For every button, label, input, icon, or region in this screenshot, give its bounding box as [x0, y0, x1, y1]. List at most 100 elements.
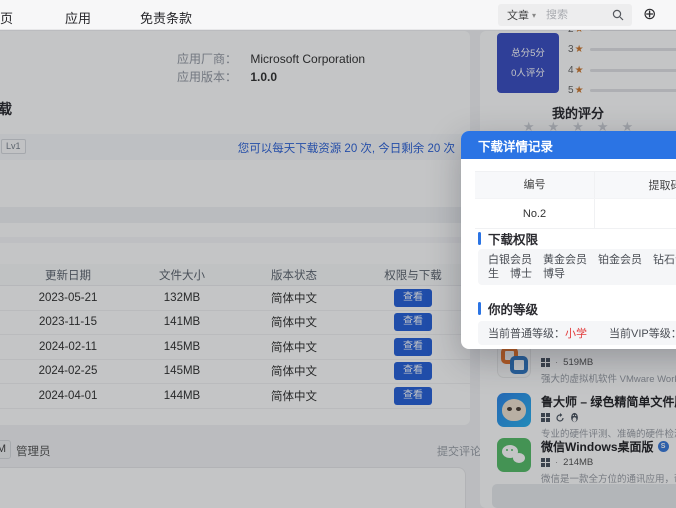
star-row: 3 ★ [568, 40, 676, 61]
vmware-app-icon [497, 344, 531, 378]
verified-badge-icon: S [657, 441, 669, 452]
cell-status: 简体中文 [271, 366, 317, 379]
app-size-label: 214MB [563, 457, 594, 468]
related-app-item[interactable]: 鲁大师 – 绿色精简单文件版本 专业的硬件评测、准确的硬件检测、 [497, 393, 676, 440]
nav-item-home[interactable]: 首页 [0, 8, 13, 27]
download-table-body: 2023-05-21 132MB 简体中文 查看 2023-11-15 141M… [0, 286, 470, 409]
cell-size: 132MB [163, 291, 201, 304]
cell-number: No.2 [475, 199, 595, 228]
normal-level-value: 小学 [565, 328, 587, 340]
search-icon[interactable] [612, 9, 624, 21]
col-header-size: 文件大小 [159, 269, 205, 282]
star-count-label: 5 [568, 85, 574, 97]
level-section-title: 你的等级 [478, 299, 538, 318]
cell-status: 简体中文 [271, 292, 317, 305]
download-section-title: 下载 [0, 101, 12, 117]
modal-title: 下载详情记录 [478, 139, 554, 154]
wechat-app-icon [497, 438, 531, 472]
perm-section-title: 下载权限 [478, 229, 538, 248]
col-header-code: 提取码 [648, 180, 676, 192]
refresh-icon [556, 412, 564, 422]
table-row: 2024-04-01 144MB 简体中文 查看 [0, 384, 470, 409]
cell-date: 2023-05-21 [38, 291, 98, 304]
dot-separator: · [555, 357, 559, 368]
total-score-label: 总分5分 [511, 48, 545, 59]
modal-header: 下载详情记录 [461, 131, 676, 159]
star-count-label: 4 [568, 64, 574, 76]
star-distribution: 2 ★ 3 ★ 4 ★ 5 ★ [568, 19, 676, 101]
star-bar [589, 68, 676, 72]
vendor-label: 应用厂商： [177, 52, 238, 66]
cell-date: 2024-02-25 [38, 365, 98, 378]
col-header-date: 更新日期 [45, 269, 91, 282]
star-icon: ★ [574, 64, 584, 76]
view-button[interactable]: 查看 [394, 313, 432, 332]
avatar: M [0, 440, 11, 459]
linux-icon [571, 412, 578, 423]
view-button[interactable]: 查看 [394, 362, 432, 381]
cell-date: 2024-04-01 [38, 389, 98, 402]
app-title: 微信Windows桌面版 S [541, 438, 676, 455]
divider-band [0, 237, 470, 243]
windows-icon [541, 458, 550, 467]
comment-input[interactable] [0, 467, 466, 508]
related-app-item[interactable]: 微信Windows桌面版 S · 214MB 微信是一款全方位的通讯应用，帮助 [497, 438, 676, 485]
col-header-number: 编号 [475, 172, 595, 198]
cell-size: 141MB [163, 316, 201, 329]
divider-band [0, 207, 470, 223]
star-bar [589, 89, 676, 93]
cell-status: 简体中文 [271, 390, 317, 403]
app-detail-card: 应用厂商： Microsoft Corporation 应用版本： 1.0.0 … [0, 31, 470, 425]
star-icon: ★ [574, 85, 584, 97]
star-row: 5 ★ [568, 81, 676, 102]
cell-status: 简体中文 [271, 317, 317, 330]
dot-separator: · [555, 457, 559, 468]
version-label: 应用版本： [177, 70, 238, 84]
vip-level-label: 当前VIP等级： [609, 328, 676, 340]
perm-tags-line1: 白银会员 黄金会员 铂金会员 钻石会员 学前班 [488, 254, 676, 266]
windows-icon [541, 413, 550, 422]
modal-table: 编号 提取码 No.2 [475, 171, 676, 229]
view-button[interactable]: 查看 [394, 288, 432, 307]
vendor-row: 应用厂商： Microsoft Corporation [177, 50, 365, 67]
star-row: 4 ★ [568, 60, 676, 81]
normal-level-label: 当前普通等级： [488, 328, 565, 340]
version-row: 应用版本： 1.0.0 [177, 68, 277, 85]
related-app-item[interactable]: · 519MB 强大的虚拟机软件 VMware Workstat [497, 344, 676, 388]
download-table: 更新日期 文件大小 版本状态 权限与下载 2023-05-21 132MB 简体… [0, 264, 470, 409]
windows-icon [541, 358, 550, 367]
nav-item-disclaimer[interactable]: 免责条款 [140, 8, 192, 27]
ludashi-app-icon [497, 393, 531, 427]
submit-comment-button[interactable]: 提交评论 [437, 443, 481, 459]
add-circle-icon[interactable]: ⊕ [643, 5, 656, 25]
table-row: 2023-05-21 132MB 简体中文 查看 [0, 286, 470, 311]
page: 首页 应用 免责条款 文章 ▾ ⊕ 应用厂商： Microsoft Corpor… [0, 0, 676, 508]
cell-date: 2023-11-15 [39, 316, 97, 329]
view-button[interactable]: 查看 [394, 386, 432, 405]
cell-date: 2024-02-11 [39, 340, 97, 353]
search-category-select[interactable]: 文章 [498, 7, 529, 23]
level-badge: Lv1 [1, 139, 26, 154]
table-row: 2024-02-11 145MB 简体中文 查看 [0, 335, 470, 360]
top-navbar: 首页 应用 免责条款 文章 ▾ ⊕ [0, 0, 676, 30]
search-input[interactable] [536, 9, 612, 21]
col-header-action: 权限与下载 [384, 269, 442, 282]
app-description: 微信是一款全方位的通讯应用，帮助 [541, 474, 676, 485]
perm-tags-line2: 生 博士 博导 [488, 268, 565, 280]
col-header-status: 版本状态 [271, 269, 317, 282]
admin-name-label: 管理员 [16, 446, 51, 458]
table-row: 2024-02-25 145MB 简体中文 查看 [0, 360, 470, 384]
user-level-box: 当前普通等级： 小学 当前VIP等级： [478, 321, 676, 345]
app-size-label: 519MB [563, 357, 594, 368]
star-count-label: 3 [568, 44, 574, 56]
section-bar-icon [478, 302, 481, 315]
quota-text: 您可以每天下载资源 20 次, 今日剩余 20 次 [237, 143, 455, 155]
star-bar [589, 48, 676, 52]
section-bar-icon [478, 232, 481, 245]
search-box: 文章 ▾ [498, 4, 632, 26]
nav-item-apps[interactable]: 应用 [65, 8, 91, 27]
cell-size: 145MB [163, 365, 201, 378]
table-row: 2023-11-15 141MB 简体中文 查看 [0, 311, 470, 335]
modal-table-header: 编号 提取码 [475, 172, 676, 198]
view-button[interactable]: 查看 [394, 337, 432, 356]
